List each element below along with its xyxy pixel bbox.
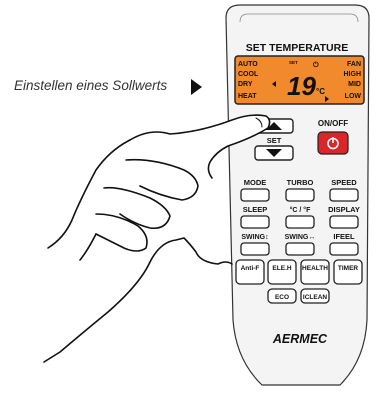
fan-low: LOW	[345, 93, 362, 100]
mode-auto: AUTO	[238, 61, 258, 68]
display-button[interactable]	[329, 215, 359, 229]
turbo-button[interactable]	[285, 188, 315, 202]
remote-control: SET TEMPERATURE AUTO COOL DRY HEAT FAN H…	[43, 4, 370, 386]
brand-logo: AERMEC	[272, 332, 328, 346]
fan-label: FAN	[347, 61, 361, 68]
ifeel-button[interactable]	[329, 242, 359, 256]
unit-toggle-button[interactable]	[285, 215, 315, 229]
mode-cool: COOL	[238, 71, 259, 78]
turbo-label: TURBO	[287, 178, 314, 187]
mode-heat: HEAT	[238, 93, 257, 100]
health-button[interactable]	[300, 259, 330, 285]
sleep-label: SLEEP	[243, 205, 268, 214]
speed-button[interactable]	[329, 188, 359, 202]
ifeel-label: IFEEL	[333, 232, 355, 241]
antif-button[interactable]	[235, 259, 265, 285]
onoff-label: ON/OFF	[318, 119, 348, 128]
temperature-unit: °C	[316, 87, 325, 96]
temperature-value: 19	[287, 71, 316, 101]
fan-mid: MID	[348, 81, 361, 88]
display-label: DISPLAY	[328, 205, 360, 214]
eco-label: ECO	[275, 294, 289, 301]
speed-label: SPEED	[331, 178, 357, 187]
swing-horizontal-button[interactable]	[285, 242, 315, 256]
sleep-button[interactable]	[240, 215, 270, 229]
set-label: SET	[267, 136, 282, 145]
health-label: HEALTH	[302, 265, 328, 272]
timer-button[interactable]	[333, 259, 363, 285]
unit-toggle-label: °C / °F	[290, 206, 311, 214]
antif-label: Anti-F	[241, 265, 260, 272]
eleh-button[interactable]	[267, 259, 297, 285]
iclean-label: ICLEAN	[303, 294, 328, 301]
power-indicator-icon: ⏻	[313, 61, 319, 69]
mode-button[interactable]	[240, 188, 270, 202]
mode-label: MODE	[244, 178, 267, 187]
timer-label: TIMER	[338, 265, 359, 272]
set-tag: SET	[289, 60, 298, 65]
swing-vertical-button[interactable]	[240, 242, 270, 256]
fan-high: HIGH	[344, 71, 362, 78]
swing-horizontal-label: SWING↔	[285, 234, 316, 241]
mode-dry: DRY	[238, 81, 253, 88]
eleh-label: ELE.H	[272, 265, 291, 272]
swing-vertical-label: SWING↕	[241, 234, 268, 241]
header-label: SET TEMPERATURE	[246, 42, 348, 54]
